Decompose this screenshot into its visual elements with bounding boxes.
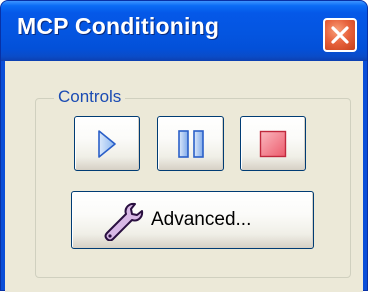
wrench-icon: [104, 202, 144, 241]
close-button[interactable]: [323, 18, 357, 52]
window-title: MCP Conditioning: [17, 13, 220, 39]
close-icon: [331, 26, 349, 44]
play-button[interactable]: [74, 116, 140, 171]
title-bar[interactable]: MCP Conditioning: [1, 1, 367, 61]
advanced-button-label: Advanced...: [151, 209, 252, 230]
stop-icon: [259, 130, 287, 157]
pause-icon: [177, 129, 204, 158]
controls-group-label: Controls: [54, 87, 126, 107]
advanced-button[interactable]: Advanced...: [71, 191, 314, 249]
dialog-window: MCP Conditioning Controls Advanced...: [0, 0, 368, 292]
stop-button[interactable]: [240, 116, 306, 171]
pause-button[interactable]: [157, 116, 224, 171]
play-icon: [98, 129, 116, 158]
dialog-client-area: Controls Advanced...: [5, 61, 363, 292]
